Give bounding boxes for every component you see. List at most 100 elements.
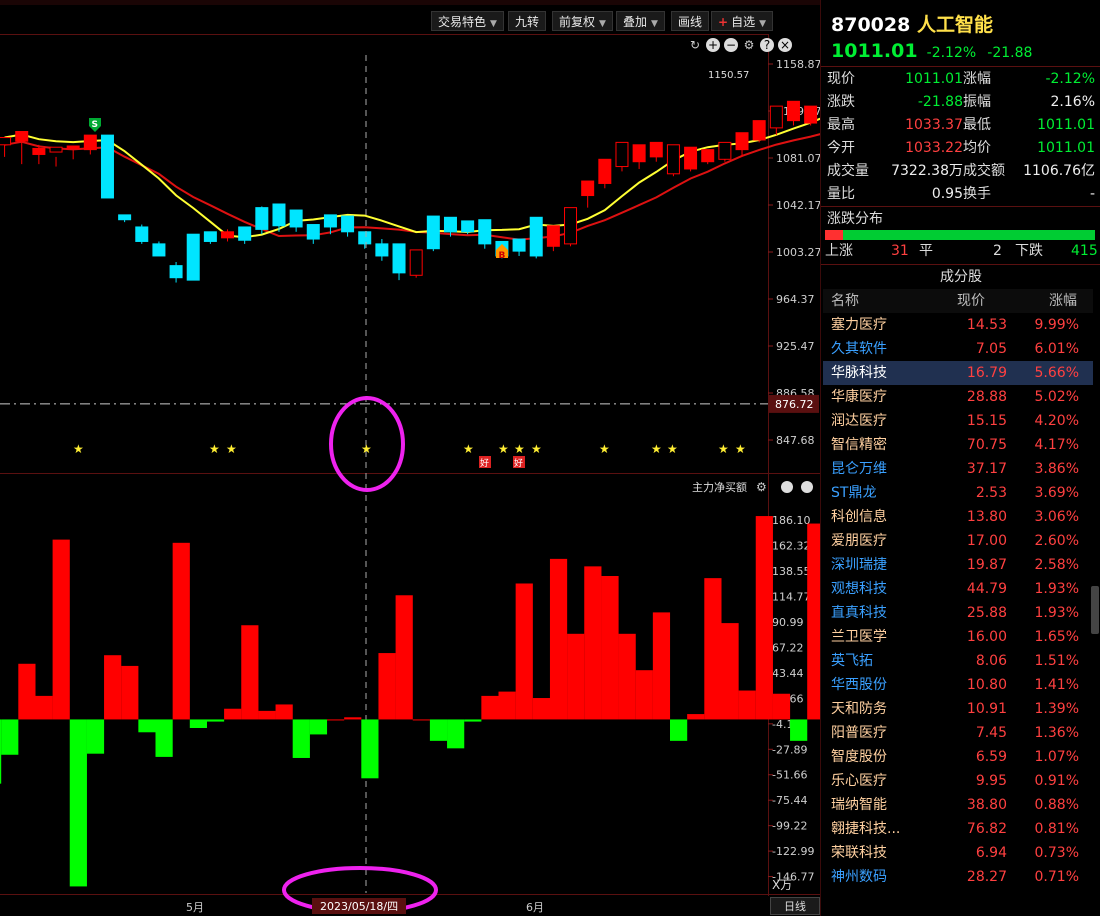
- candle-body: [443, 216, 457, 233]
- candle-body: [100, 134, 114, 199]
- component-row[interactable]: 直真科技 25.88 1.93%: [823, 601, 1093, 625]
- component-row[interactable]: 智度股份 6.59 1.07%: [823, 745, 1093, 769]
- candle-body: [118, 214, 132, 221]
- component-row[interactable]: 瑞纳智能 38.80 0.88%: [823, 793, 1093, 817]
- y-tick-label: 1003.27: [776, 246, 820, 259]
- component-row[interactable]: 观想科技 44.79 1.93%: [823, 577, 1093, 601]
- candle-body: [666, 144, 680, 175]
- component-price: 19.87: [966, 557, 1007, 573]
- component-row[interactable]: 昆仑万维 37.17 3.86%: [823, 457, 1093, 481]
- components-header: 名称 现价 涨幅: [823, 289, 1093, 313]
- dist-title: 涨跌分布: [827, 211, 883, 227]
- quote-label: 最高: [827, 117, 855, 133]
- scrollbar-thumb[interactable]: [1091, 586, 1099, 634]
- star-icon: ★: [73, 442, 84, 456]
- component-name: 兰卫医学: [831, 629, 887, 645]
- star-icon: ★: [226, 442, 237, 456]
- net-buy-bar: [155, 719, 173, 757]
- component-name: 直真科技: [831, 605, 887, 621]
- component-row[interactable]: 深圳瑞捷 19.87 2.58%: [823, 553, 1093, 577]
- candle-body: [752, 120, 766, 141]
- quote-value: 1011.01: [1037, 140, 1095, 156]
- component-row[interactable]: 塞力医疗 14.53 9.99%: [823, 313, 1093, 337]
- quote-value: 1011.01: [1037, 117, 1095, 133]
- quote-value: -: [1089, 186, 1095, 202]
- star-icon: ★: [599, 442, 610, 456]
- component-row[interactable]: 爱朋医疗 17.00 2.60%: [823, 529, 1093, 553]
- component-row[interactable]: 阳普医疗 7.45 1.36%: [823, 721, 1093, 745]
- component-price: 10.80: [966, 677, 1007, 693]
- candle-body: [152, 243, 166, 257]
- component-row[interactable]: 乐心医疗 9.95 0.91%: [823, 769, 1093, 793]
- component-row[interactable]: 久其软件 7.05 6.01%: [823, 337, 1093, 361]
- net-buy-bar: [121, 665, 139, 720]
- net-buy-bar: [755, 516, 773, 720]
- quote-row: 现价 1011.01 涨幅 -2.12%: [821, 68, 1100, 91]
- component-name: 华脉科技: [831, 365, 887, 381]
- candle-body: [409, 249, 423, 276]
- component-change: 1.93%: [1034, 581, 1079, 597]
- component-price: 17.00: [966, 533, 1007, 549]
- net-buy-bar: [790, 719, 808, 741]
- net-buy-bar: [618, 633, 636, 720]
- component-row[interactable]: 神州数码 28.27 0.71%: [823, 865, 1093, 889]
- net-buy-bar: [241, 625, 259, 720]
- net-buy-bar: [532, 698, 550, 720]
- quote-value: 1033.37: [905, 117, 963, 133]
- stock-title: 870028 人工智能: [831, 14, 993, 36]
- candle-body: [581, 180, 595, 197]
- net-buy-bar: [481, 695, 499, 720]
- component-name: 华西股份: [831, 677, 887, 693]
- cursor-date: 2023/05/18/四: [312, 898, 407, 914]
- net-buy-bar: [69, 719, 87, 887]
- component-row[interactable]: 智信精密 70.75 4.17%: [823, 433, 1093, 457]
- price-line-label: 876.72: [775, 398, 814, 411]
- component-price: 15.15: [966, 413, 1007, 429]
- dist-counts: 上涨 31 平 2 下跌 415: [825, 243, 1098, 259]
- component-row[interactable]: 润达医疗 15.15 4.20%: [823, 409, 1093, 433]
- bar-y-tick-label: 90.99: [772, 616, 804, 629]
- candle-body: [375, 243, 389, 257]
- component-row[interactable]: ST鼎龙 2.53 3.69%: [823, 481, 1093, 505]
- net-buy-bar: [52, 539, 70, 720]
- net-buy-bar: [567, 633, 585, 720]
- bar-unit: X万: [772, 878, 792, 892]
- component-row[interactable]: 天和防务 10.91 1.39%: [823, 697, 1093, 721]
- component-row[interactable]: 华康医疗 28.88 5.02%: [823, 385, 1093, 409]
- net-buy-bar: [344, 717, 362, 720]
- net-buy-bar: [464, 719, 482, 722]
- component-row[interactable]: 英飞拓 8.06 1.51%: [823, 649, 1093, 673]
- component-name: 深圳瑞捷: [831, 557, 887, 573]
- chart-area[interactable]: 交易特色 ▼ 九转 前复权 ▼ 叠加 ▼ 画线 + 自选 ▼ ↻ + − ⚙? × 1158.87…: [0, 0, 820, 916]
- bar-y-tick-label: 43.44: [772, 667, 804, 680]
- component-price: 7.45: [975, 725, 1007, 741]
- star-icon: ★: [463, 442, 474, 456]
- component-row[interactable]: 翱捷科技... 76.82 0.81%: [823, 817, 1093, 841]
- net-buy-bar: [652, 612, 671, 720]
- component-row[interactable]: 荣联科技 6.94 0.73%: [823, 841, 1093, 865]
- component-name: 久其软件: [831, 341, 887, 357]
- component-row[interactable]: 华脉科技 16.79 5.66%: [823, 361, 1093, 385]
- net-buy-bar: [1, 719, 19, 755]
- component-row[interactable]: 科创信息 13.80 3.06%: [823, 505, 1093, 529]
- period-button[interactable]: 日线: [770, 897, 820, 915]
- component-change: 0.88%: [1034, 797, 1079, 813]
- stock-price-line: 1011.01 -2.12% -21.88: [831, 40, 1033, 62]
- bar-y-tick-label: -122.99: [772, 845, 814, 858]
- candlestick-chart[interactable]: 1158.871119.971081.071042.171003.27964.3…: [0, 0, 820, 916]
- quote-label: 最低: [963, 117, 991, 133]
- component-name: 智度股份: [831, 749, 887, 765]
- quote-label: 换手: [963, 186, 991, 202]
- s-signal-label: S: [92, 120, 98, 130]
- quote-row: 涨跌 -21.88 振幅 2.16%: [821, 91, 1100, 114]
- star-icon: ★: [498, 442, 509, 456]
- bar-y-tick-label: -75.44: [772, 794, 807, 807]
- candle-body: [598, 158, 612, 184]
- component-change: 5.02%: [1034, 389, 1079, 405]
- x-label-may: 5月: [186, 901, 204, 914]
- quote-value: 0.95: [931, 186, 963, 202]
- component-row[interactable]: 华西股份 10.80 1.41%: [823, 673, 1093, 697]
- component-price: 7.05: [975, 341, 1007, 357]
- component-row[interactable]: 兰卫医学 16.00 1.65%: [823, 625, 1093, 649]
- net-buy-bar: [104, 655, 122, 720]
